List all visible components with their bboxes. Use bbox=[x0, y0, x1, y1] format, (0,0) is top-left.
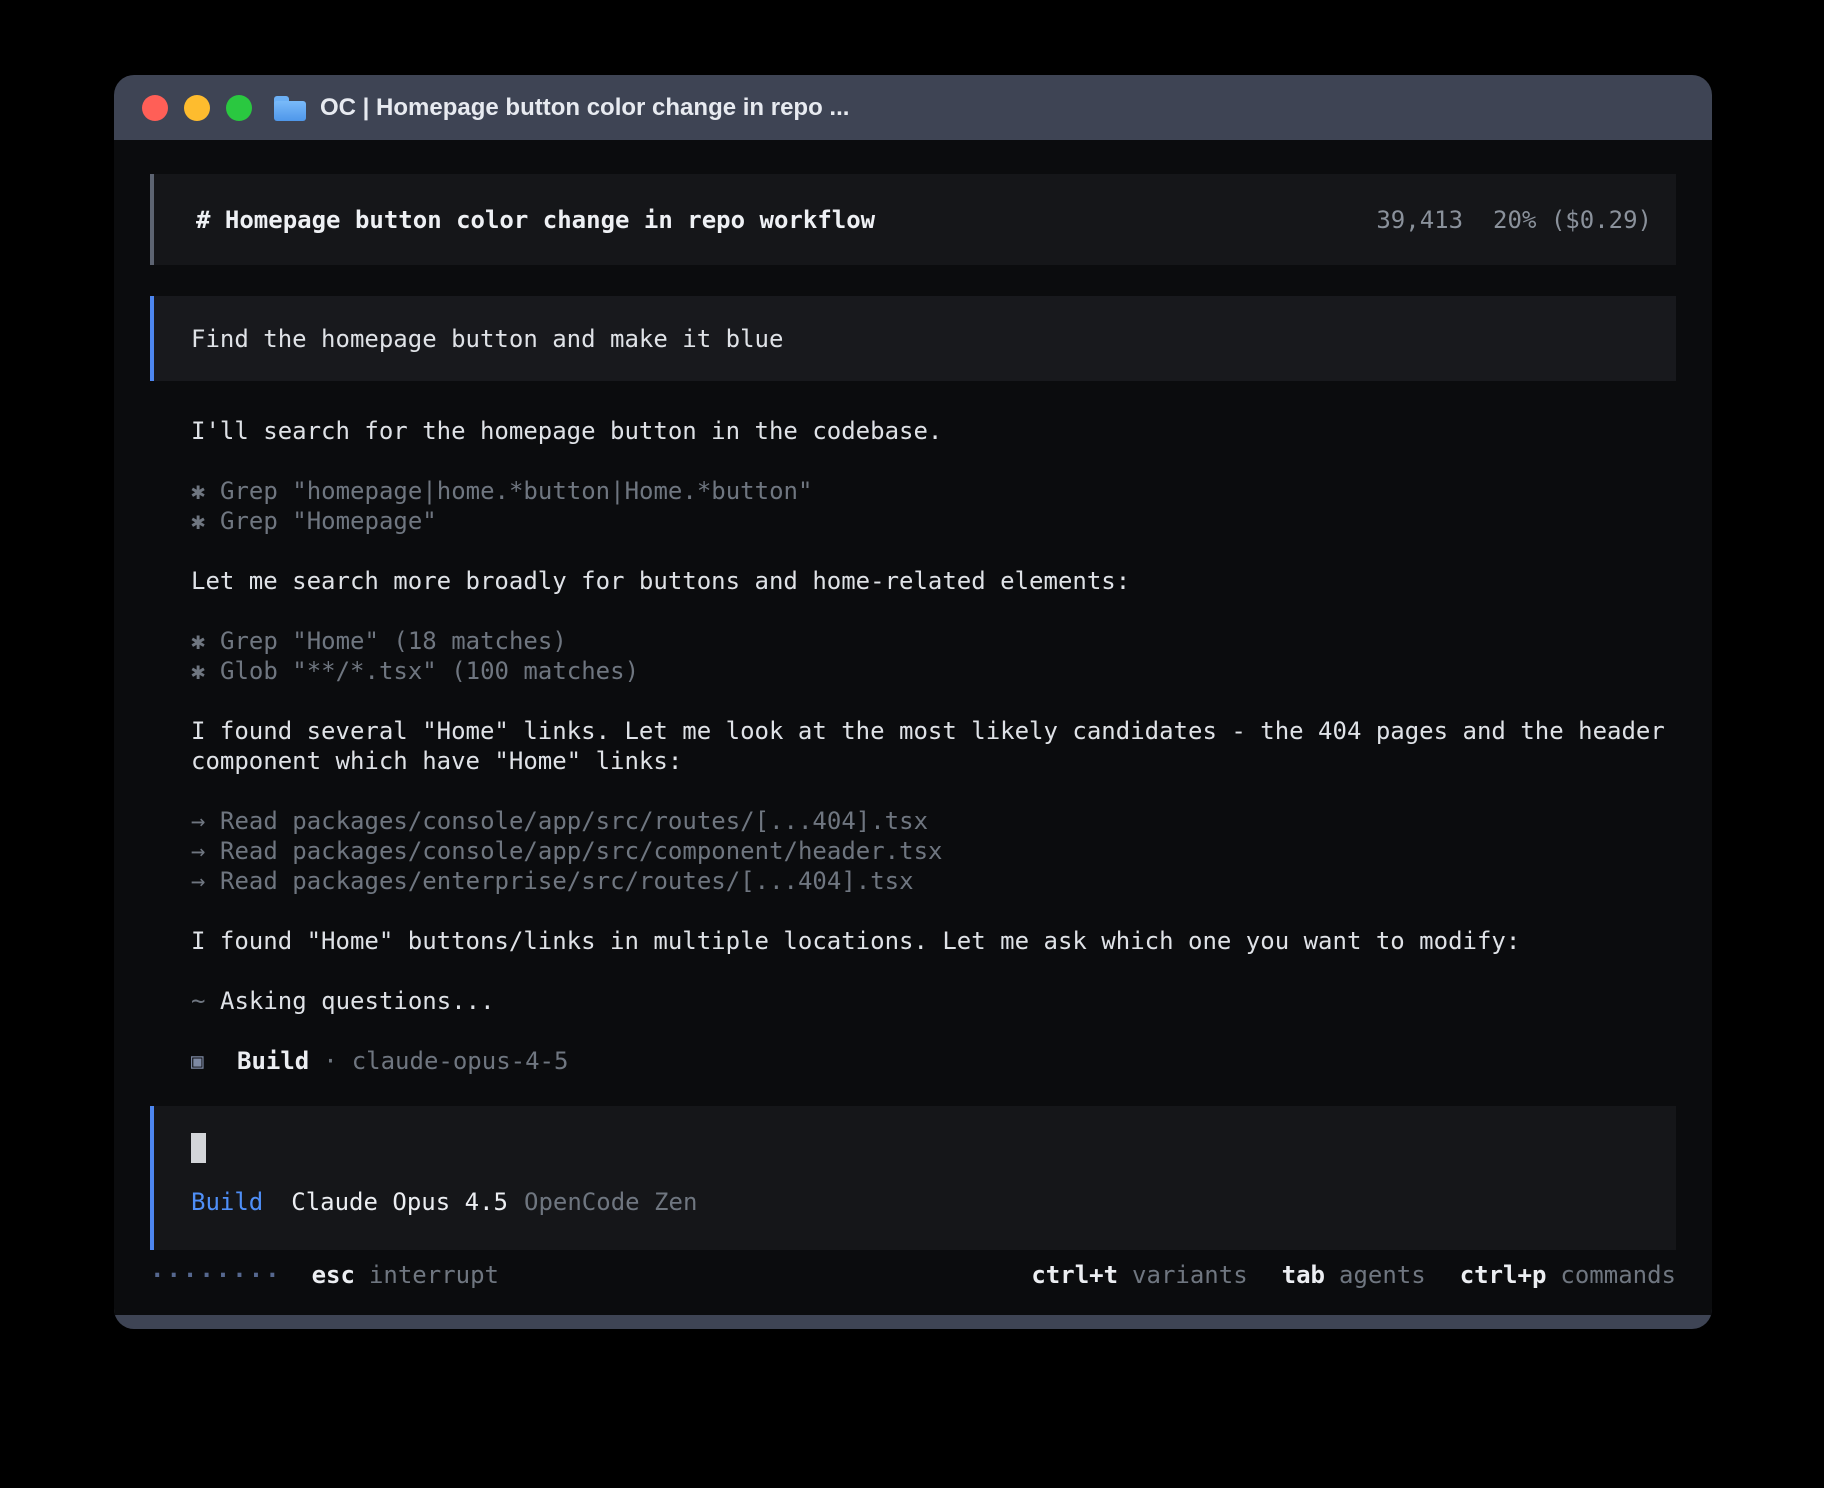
agent-name: Build bbox=[237, 1046, 309, 1076]
session-header: # Homepage button color change in repo w… bbox=[150, 174, 1676, 265]
session-title: # Homepage button color change in repo w… bbox=[196, 205, 875, 235]
provider-label: OpenCode Zen bbox=[524, 1187, 697, 1217]
grep-tool-icon: ✱ bbox=[191, 506, 220, 536]
session-stats: 39,413 20% ($0.29) bbox=[1376, 205, 1652, 235]
tool-call: ✱Grep "homepage|home.*button|Home.*butto… bbox=[191, 476, 1676, 506]
dot-separator: · bbox=[323, 1046, 337, 1076]
tool-call-group: ✱Grep "homepage|home.*button|Home.*butto… bbox=[191, 476, 1676, 536]
tool-call-text: Read packages/console/app/src/component/… bbox=[220, 837, 942, 865]
terminal-window: OC | Homepage button color change in rep… bbox=[114, 75, 1712, 1329]
tool-call-text: Glob "**/*.tsx" (100 matches) bbox=[220, 657, 639, 685]
zoom-button[interactable] bbox=[226, 95, 252, 121]
working-status: ~Asking questions... bbox=[191, 986, 1676, 1016]
status-right: ctrl+t variants tab agents ctrl+p commands bbox=[1031, 1260, 1676, 1290]
agent-model-line: ▣ Build · claude-opus-4-5 bbox=[191, 1046, 1676, 1076]
model-label: Claude Opus 4.5 bbox=[291, 1187, 508, 1217]
tool-call-text: Grep "Home" (18 matches) bbox=[220, 627, 567, 655]
status-left: ········ esc interrupt bbox=[150, 1260, 499, 1290]
assistant-text: I'll search for the homepage button in t… bbox=[191, 416, 1676, 446]
tool-call-text: Grep "Homepage" bbox=[220, 507, 437, 535]
shortcut-commands: ctrl+p commands bbox=[1460, 1260, 1676, 1290]
tool-call: ✱Glob "**/*.tsx" (100 matches) bbox=[191, 656, 1676, 686]
folder-icon bbox=[274, 95, 306, 121]
agent-icon: ▣ bbox=[191, 1046, 237, 1076]
commands-label: commands bbox=[1560, 1261, 1676, 1289]
grep-tool-icon: ✱ bbox=[191, 626, 220, 656]
tool-call: ✱Grep "Homepage" bbox=[191, 506, 1676, 536]
tool-call: →Read packages/console/app/src/component… bbox=[191, 836, 1676, 866]
agent-model: claude-opus-4-5 bbox=[352, 1046, 569, 1076]
user-message-text: Find the homepage button and make it blu… bbox=[191, 324, 783, 354]
terminal-content: # Homepage button color change in repo w… bbox=[114, 140, 1712, 1315]
esc-key: esc bbox=[312, 1261, 355, 1289]
tab-key: tab bbox=[1282, 1261, 1325, 1289]
context-usage: 20% ($0.29) bbox=[1493, 205, 1652, 235]
tool-call-text: Read packages/enterprise/src/routes/[...… bbox=[220, 867, 914, 895]
ctrl-p-key: ctrl+p bbox=[1460, 1261, 1547, 1289]
tool-call-group: →Read packages/console/app/src/routes/[.… bbox=[191, 806, 1676, 896]
assistant-response: I'll search for the homepage button in t… bbox=[150, 416, 1676, 1106]
traffic-lights bbox=[142, 95, 252, 121]
minimize-button[interactable] bbox=[184, 95, 210, 121]
assistant-text: I found several "Home" links. Let me loo… bbox=[191, 716, 1676, 776]
glob-tool-icon: ✱ bbox=[191, 656, 220, 686]
text-cursor bbox=[191, 1133, 206, 1163]
ctrl-t-key: ctrl+t bbox=[1031, 1261, 1118, 1289]
interrupt-hint: esc interrupt bbox=[312, 1260, 499, 1290]
working-status-text: Asking questions... bbox=[220, 987, 495, 1015]
tool-call: ✱Grep "Home" (18 matches) bbox=[191, 626, 1676, 656]
status-bar: ········ esc interrupt ctrl+t variants tab… bbox=[150, 1260, 1676, 1290]
assistant-text: I found "Home" buttons/links in multiple… bbox=[191, 926, 1676, 956]
tool-call-text: Grep "homepage|home.*button|Home.*button… bbox=[220, 477, 812, 505]
spinner-dots: ········ bbox=[150, 1260, 282, 1290]
mode-label: Build bbox=[191, 1187, 263, 1217]
window-title: OC | Homepage button color change in rep… bbox=[320, 94, 849, 122]
tool-call-text: Read packages/console/app/src/routes/[..… bbox=[220, 807, 928, 835]
assistant-text: Let me search more broadly for buttons a… bbox=[191, 566, 1676, 596]
variants-label: variants bbox=[1132, 1261, 1248, 1289]
tool-call: →Read packages/console/app/src/routes/[.… bbox=[191, 806, 1676, 836]
user-message: Find the homepage button and make it blu… bbox=[150, 296, 1676, 381]
titlebar[interactable]: OC | Homepage button color change in rep… bbox=[114, 75, 1712, 140]
shortcut-variants: ctrl+t variants bbox=[1031, 1260, 1247, 1290]
grep-tool-icon: ✱ bbox=[191, 476, 220, 506]
shortcut-agents: tab agents bbox=[1282, 1260, 1426, 1290]
tool-call-group: ✱Grep "Home" (18 matches) ✱Glob "**/*.ts… bbox=[191, 626, 1676, 686]
read-arrow-icon: → bbox=[191, 836, 220, 866]
agents-label: agents bbox=[1339, 1261, 1426, 1289]
read-arrow-icon: → bbox=[191, 866, 220, 896]
input-meta: Build Claude Opus 4.5 OpenCode Zen bbox=[191, 1187, 1652, 1217]
interrupt-label: interrupt bbox=[369, 1261, 499, 1289]
tool-call: →Read packages/enterprise/src/routes/[..… bbox=[191, 866, 1676, 896]
tilde-icon: ~ bbox=[191, 986, 220, 1016]
prompt-input[interactable]: Build Claude Opus 4.5 OpenCode Zen bbox=[150, 1106, 1676, 1250]
close-button[interactable] bbox=[142, 95, 168, 121]
token-count: 39,413 bbox=[1376, 205, 1463, 235]
read-arrow-icon: → bbox=[191, 806, 220, 836]
